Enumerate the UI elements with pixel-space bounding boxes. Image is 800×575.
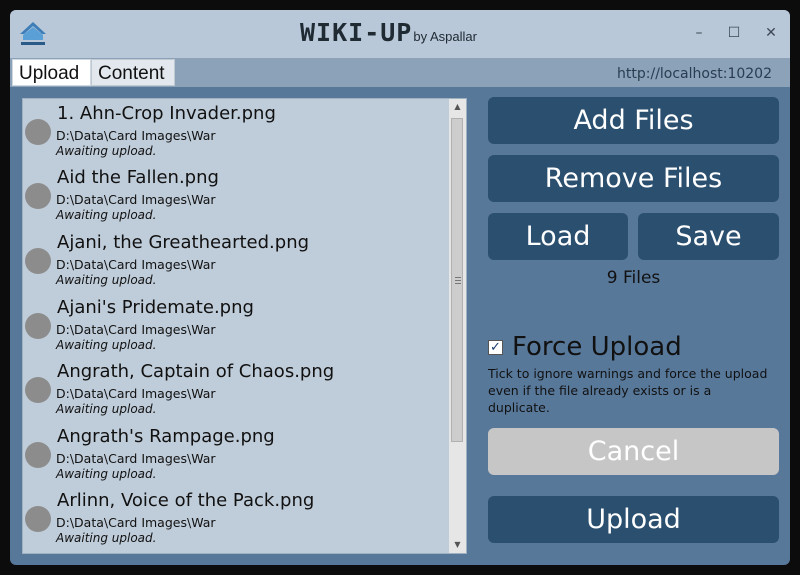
file-name: Ajani's Pridemate.png	[57, 297, 254, 318]
status-indicator	[25, 506, 51, 532]
grip-line	[455, 280, 461, 281]
file-name: Angrath, Captain of Chaos.png	[57, 361, 335, 382]
force-upload-help: Tick to ignore warnings and force the up…	[488, 366, 768, 415]
file-name: Ajani, the Greathearted.png	[57, 232, 310, 253]
status-indicator	[25, 377, 51, 403]
add-files-button[interactable]: Add Files	[488, 97, 779, 144]
status-indicator	[25, 248, 51, 274]
close-icon[interactable]: ✕	[760, 22, 782, 44]
file-path: D:\Data\Card Images\War	[56, 322, 216, 337]
tab-upload[interactable]: Upload	[12, 59, 91, 86]
file-path: D:\Data\Card Images\War	[56, 515, 216, 530]
tab-bar: Upload Content http://localhost:10202	[10, 58, 790, 87]
title-bar[interactable]: WIKI-UPby Aspallar – ☐ ✕	[10, 10, 790, 58]
status-indicator	[25, 313, 51, 339]
list-item[interactable]: Angrath, Captain of Chaos.png D:\Data\Ca…	[23, 357, 449, 421]
file-path: D:\Data\Card Images\War	[56, 257, 216, 272]
file-status: Awaiting upload.	[56, 531, 157, 545]
save-button[interactable]: Save	[638, 213, 779, 260]
list-item[interactable]: Aid the Fallen.png D:\Data\Card Images\W…	[23, 163, 449, 227]
scroll-down-arrow-icon[interactable]: ▼	[449, 537, 466, 553]
cancel-button[interactable]: Cancel	[488, 428, 779, 475]
file-status: Awaiting upload.	[56, 208, 157, 222]
force-upload-label[interactable]: Force Upload	[512, 332, 682, 362]
file-path: D:\Data\Card Images\War	[56, 451, 216, 466]
file-name: Angrath's Rampage.png	[57, 426, 275, 447]
list-item[interactable]: Ajani, the Greathearted.png D:\Data\Card…	[23, 228, 449, 292]
status-indicator	[25, 119, 51, 145]
file-count: 9 Files	[606, 268, 661, 288]
force-upload-checkbox[interactable]: ✓	[488, 340, 503, 355]
file-path: D:\Data\Card Images\War	[56, 386, 216, 401]
file-path: D:\Data\Card Images\War	[56, 128, 216, 143]
server-url: http://localhost:10202	[617, 66, 772, 82]
vertical-scrollbar[interactable]: ▲ ▼	[449, 99, 466, 553]
file-status: Awaiting upload.	[56, 144, 157, 158]
app-window: WIKI-UPby Aspallar – ☐ ✕ Upload Content …	[10, 10, 790, 565]
upload-button[interactable]: Upload	[488, 496, 779, 543]
file-name: Arlinn, Voice of the Pack.png	[57, 490, 315, 511]
file-list[interactable]: 1. Ahn-Crop Invader.png D:\Data\Card Ima…	[22, 98, 467, 554]
list-item[interactable]: Ajani's Pridemate.png D:\Data\Card Image…	[23, 293, 449, 357]
file-status: Awaiting upload.	[56, 273, 157, 287]
window-title: WIKI-UPby Aspallar	[300, 18, 477, 58]
file-status: Awaiting upload.	[56, 402, 157, 416]
status-indicator	[25, 183, 51, 209]
grip-line	[455, 283, 461, 284]
upload-cloud-icon	[20, 22, 46, 45]
load-button[interactable]: Load	[488, 213, 628, 260]
file-name: 1. Ahn-Crop Invader.png	[57, 103, 276, 124]
remove-files-button[interactable]: Remove Files	[488, 155, 779, 202]
scroll-up-arrow-icon[interactable]: ▲	[449, 99, 466, 115]
file-status: Awaiting upload.	[56, 467, 157, 481]
list-item[interactable]: Arlinn, Voice of the Pack.png D:\Data\Ca…	[23, 486, 449, 550]
app-subtitle: by Aspallar	[413, 29, 477, 44]
grip-line	[455, 277, 461, 278]
list-item[interactable]: Angrath's Rampage.png D:\Data\Card Image…	[23, 422, 449, 486]
tab-content[interactable]: Content	[91, 59, 175, 86]
list-item[interactable]: 1. Ahn-Crop Invader.png D:\Data\Card Ima…	[23, 99, 449, 163]
scroll-thumb[interactable]	[451, 118, 463, 442]
minimize-icon[interactable]: –	[688, 22, 710, 44]
file-name: Aid the Fallen.png	[57, 167, 219, 188]
maximize-icon[interactable]: ☐	[723, 22, 745, 44]
status-indicator	[25, 442, 51, 468]
file-status: Awaiting upload.	[56, 338, 157, 352]
app-title: WIKI-UP	[300, 18, 413, 47]
file-path: D:\Data\Card Images\War	[56, 192, 216, 207]
